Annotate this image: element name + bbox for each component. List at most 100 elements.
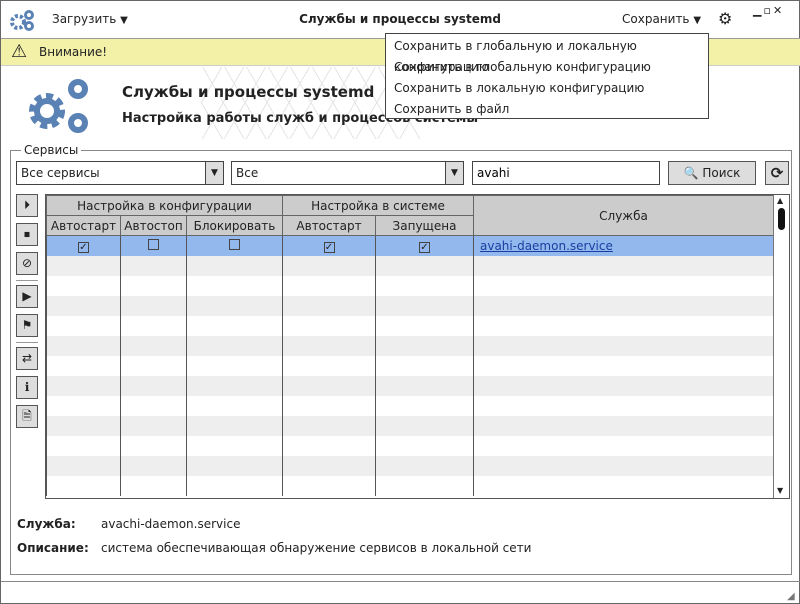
stop-button[interactable]: ⏹ (16, 223, 38, 246)
table-cell (46, 275, 121, 296)
table-cell (120, 335, 187, 356)
scroll-thumb[interactable] (778, 208, 785, 230)
table-cell (186, 415, 283, 436)
table-cell (46, 295, 121, 316)
maximize-icon[interactable]: ▫ (763, 4, 772, 17)
menu-item-save-file[interactable]: Сохранить в файл (386, 99, 708, 120)
run-button[interactable]: ▶ (16, 285, 38, 308)
table-cell (120, 435, 187, 456)
table-cell (473, 295, 774, 316)
state-filter-value: Все (236, 166, 259, 180)
header-autostop[interactable]: Автостоп (120, 215, 187, 236)
table-cell (473, 315, 774, 336)
start-button[interactable]: ⏵ (16, 194, 38, 217)
play-icon: ▶ (22, 289, 32, 303)
header-config-autostart[interactable]: Автостарт (46, 215, 121, 236)
header-sys-autostart[interactable]: Автостарт (282, 215, 376, 236)
table-cell (46, 355, 121, 376)
table-cell (473, 355, 774, 376)
table-cell (120, 415, 187, 436)
table-cell (46, 475, 121, 496)
table-cell (375, 275, 474, 296)
info-button[interactable]: ℹ (16, 376, 38, 399)
table-row-empty (46, 315, 774, 336)
flag-button[interactable]: ⚑ (16, 314, 38, 337)
table-cell (120, 375, 187, 396)
table-cell (186, 395, 283, 416)
menu-item-save-local[interactable]: Сохранить в локальную конфигурацию (386, 78, 708, 99)
table-cell (120, 355, 187, 376)
table-cell (186, 295, 283, 316)
table-cell (120, 455, 187, 476)
save-label: Сохранить (622, 12, 690, 26)
menu-item-save-global-local[interactable]: Сохранить в глобальную и локальную конфи… (386, 36, 708, 74)
table-cell (186, 255, 283, 276)
info-icon: ℹ (24, 380, 30, 394)
table-cell (186, 435, 283, 456)
table-cell (282, 455, 376, 476)
table-row-empty (46, 435, 774, 456)
chevron-down-icon[interactable]: ▼ (445, 162, 463, 184)
log-button[interactable]: 🗎 (16, 405, 38, 428)
minimize-icon[interactable]: ▁ (753, 4, 763, 17)
block-checkbox[interactable] (229, 238, 240, 250)
table-cell (282, 335, 376, 356)
window-controls[interactable]: ▁▫✕ (753, 4, 784, 17)
document-icon: 🗎 (22, 409, 32, 423)
scroll-up-icon[interactable]: ▲ (777, 196, 783, 205)
table-cell (473, 255, 774, 276)
gear-icon[interactable]: ⚙ (718, 9, 732, 28)
header-block[interactable]: Блокировать (186, 215, 283, 236)
status-divider (1, 581, 800, 582)
table-cell (120, 395, 187, 416)
service-link[interactable]: avahi-daemon.service (473, 235, 774, 256)
services-group-label: Сервисы (21, 143, 82, 157)
block-button[interactable]: ⊘ (16, 252, 38, 275)
save-menu-button[interactable]: Сохранить ▼ (622, 12, 701, 26)
service-filter-select[interactable]: Все сервисы ▼ (16, 161, 224, 185)
table-row-empty (46, 355, 774, 376)
table-cell (375, 435, 474, 456)
search-button[interactable]: 🔍 Поиск (668, 161, 756, 185)
header-running[interactable]: Запущена (375, 215, 474, 236)
chevron-down-icon: ▼ (693, 15, 702, 26)
table-cell (473, 335, 774, 356)
autostop-checkbox[interactable] (148, 238, 159, 250)
restart-button[interactable]: ⇄ (16, 347, 38, 370)
save-dropdown-menu: Сохранить в глобальную и локальную конфи… (385, 33, 709, 119)
chevron-down-icon[interactable]: ▼ (205, 162, 223, 184)
divider (16, 280, 38, 281)
table-cell (120, 255, 187, 276)
table-cell (282, 375, 376, 396)
search-input[interactable] (472, 161, 660, 185)
table-scrollbar[interactable]: ▲ ▼ (773, 195, 789, 498)
config-autostart-checkbox[interactable]: ✓ (78, 241, 89, 253)
close-icon[interactable]: ✕ (773, 4, 784, 17)
services-table: Настройка в конфигурации Настройка в сист… (46, 195, 774, 496)
table-cell (186, 475, 283, 496)
table-cell (46, 415, 121, 436)
running-checkbox[interactable]: ✓ (419, 241, 430, 253)
service-value: avachi-daemon.service (101, 517, 241, 531)
services-gears-icon (29, 79, 88, 133)
sys-autostart-checkbox[interactable]: ✓ (323, 241, 335, 253)
refresh-button[interactable]: ⟳ (765, 161, 789, 185)
table-cell (375, 255, 474, 276)
table-cell (473, 275, 774, 296)
table-cell (46, 255, 121, 276)
ban-icon: ⊘ (21, 256, 33, 270)
table-cell (375, 415, 474, 436)
header-system-group: Настройка в системе (282, 195, 474, 216)
table-cell (473, 435, 774, 456)
table-cell (120, 475, 187, 496)
table-row-empty (46, 335, 774, 356)
table-cell (375, 335, 474, 356)
table-row[interactable]: ✓ ✓ ✓ avahi-daemon.service (46, 235, 774, 256)
scroll-down-icon[interactable]: ▼ (777, 486, 783, 495)
table-cell (473, 475, 774, 496)
state-filter-select[interactable]: Все ▼ (231, 161, 464, 185)
menu-item-save-global[interactable]: Сохранить в глобальную конфигурацию (386, 57, 708, 78)
resize-grip-icon[interactable]: ◢ (787, 591, 795, 602)
header-service[interactable]: Служба (473, 195, 774, 236)
table-cell (473, 455, 774, 476)
